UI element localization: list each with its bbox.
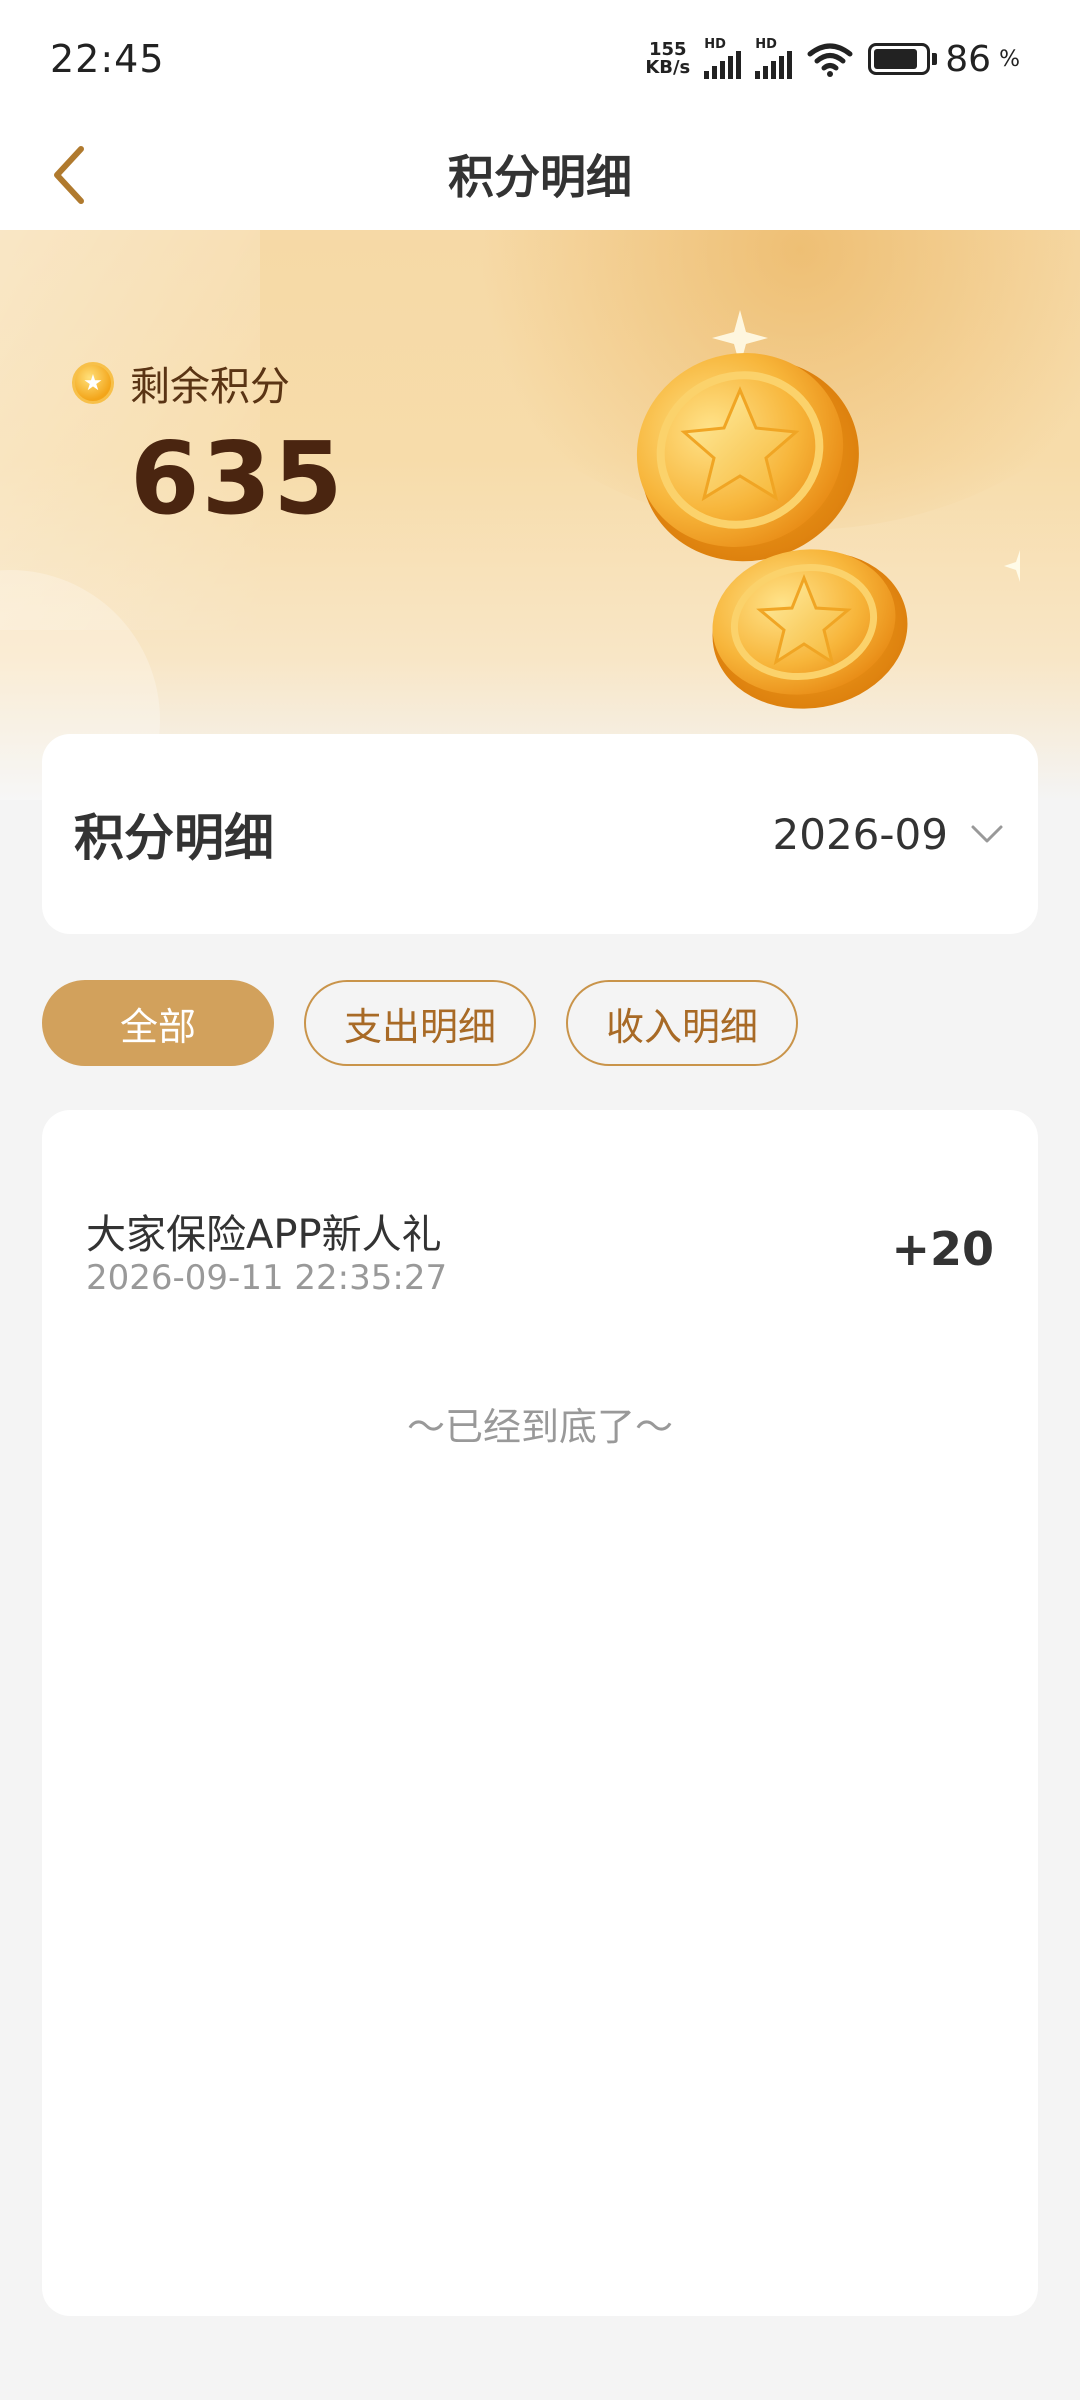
records-list: 大家保险APP新人礼 2026-09-11 22:35:27 +20 ～已经到底…	[42, 1110, 1038, 2316]
back-button[interactable]	[34, 140, 104, 210]
remaining-points-label: 剩余积分	[130, 364, 290, 410]
hd-label: HD	[755, 37, 777, 52]
section-title: 积分明细	[74, 809, 274, 867]
status-icons: 155 KB/s HD HD 86%	[645, 37, 1020, 80]
chevron-down-icon	[971, 825, 1003, 843]
remaining-points-value: 635	[130, 420, 345, 537]
battery-percent-symbol: %	[999, 46, 1020, 72]
network-speed: 155 KB/s	[645, 41, 690, 77]
month-value: 2026-09	[772, 809, 949, 859]
wifi-icon	[807, 43, 853, 77]
record-time: 2026-09-11 22:35:27	[86, 1258, 448, 1298]
record-amount: +20	[891, 1222, 994, 1276]
record-title: 大家保险APP新人礼	[86, 1212, 442, 1258]
filter-tabs: 全部 支出明细 收入明细	[42, 980, 798, 1066]
star-coins-illustration	[636, 310, 1020, 709]
nav-bar: 积分明细	[0, 118, 1080, 230]
battery-indicator: 86%	[868, 39, 1020, 80]
status-time: 22:45	[50, 37, 165, 81]
chevron-left-icon	[54, 146, 84, 204]
network-speed-unit: KB/s	[645, 57, 691, 78]
list-item[interactable]: 大家保险APP新人礼 2026-09-11 22:35:27 +20	[42, 1110, 1038, 1310]
tab-expense[interactable]: 支出明细	[304, 980, 536, 1066]
points-banner: ★ 剩余积分 635	[0, 230, 1080, 800]
signal-icon: HD	[704, 37, 742, 79]
month-filter-card: 积分明细 2026-09	[42, 734, 1038, 934]
tab-all[interactable]: 全部	[42, 980, 274, 1066]
hd-label: HD	[704, 37, 726, 52]
coin-icon: ★	[72, 362, 114, 404]
battery-percent: 86	[945, 38, 992, 80]
remaining-points-label-row: ★ 剩余积分	[72, 354, 290, 412]
end-of-list-text: ～已经到底了～	[406, 1405, 673, 1449]
page-title: 积分明细	[448, 150, 632, 204]
battery-icon	[868, 43, 931, 75]
signal-icon: HD	[755, 37, 793, 79]
tab-income[interactable]: 收入明细	[566, 980, 798, 1066]
month-selector[interactable]: 2026-09	[773, 810, 1005, 859]
status-bar: 22:45 155 KB/s HD HD 86%	[0, 0, 1080, 118]
